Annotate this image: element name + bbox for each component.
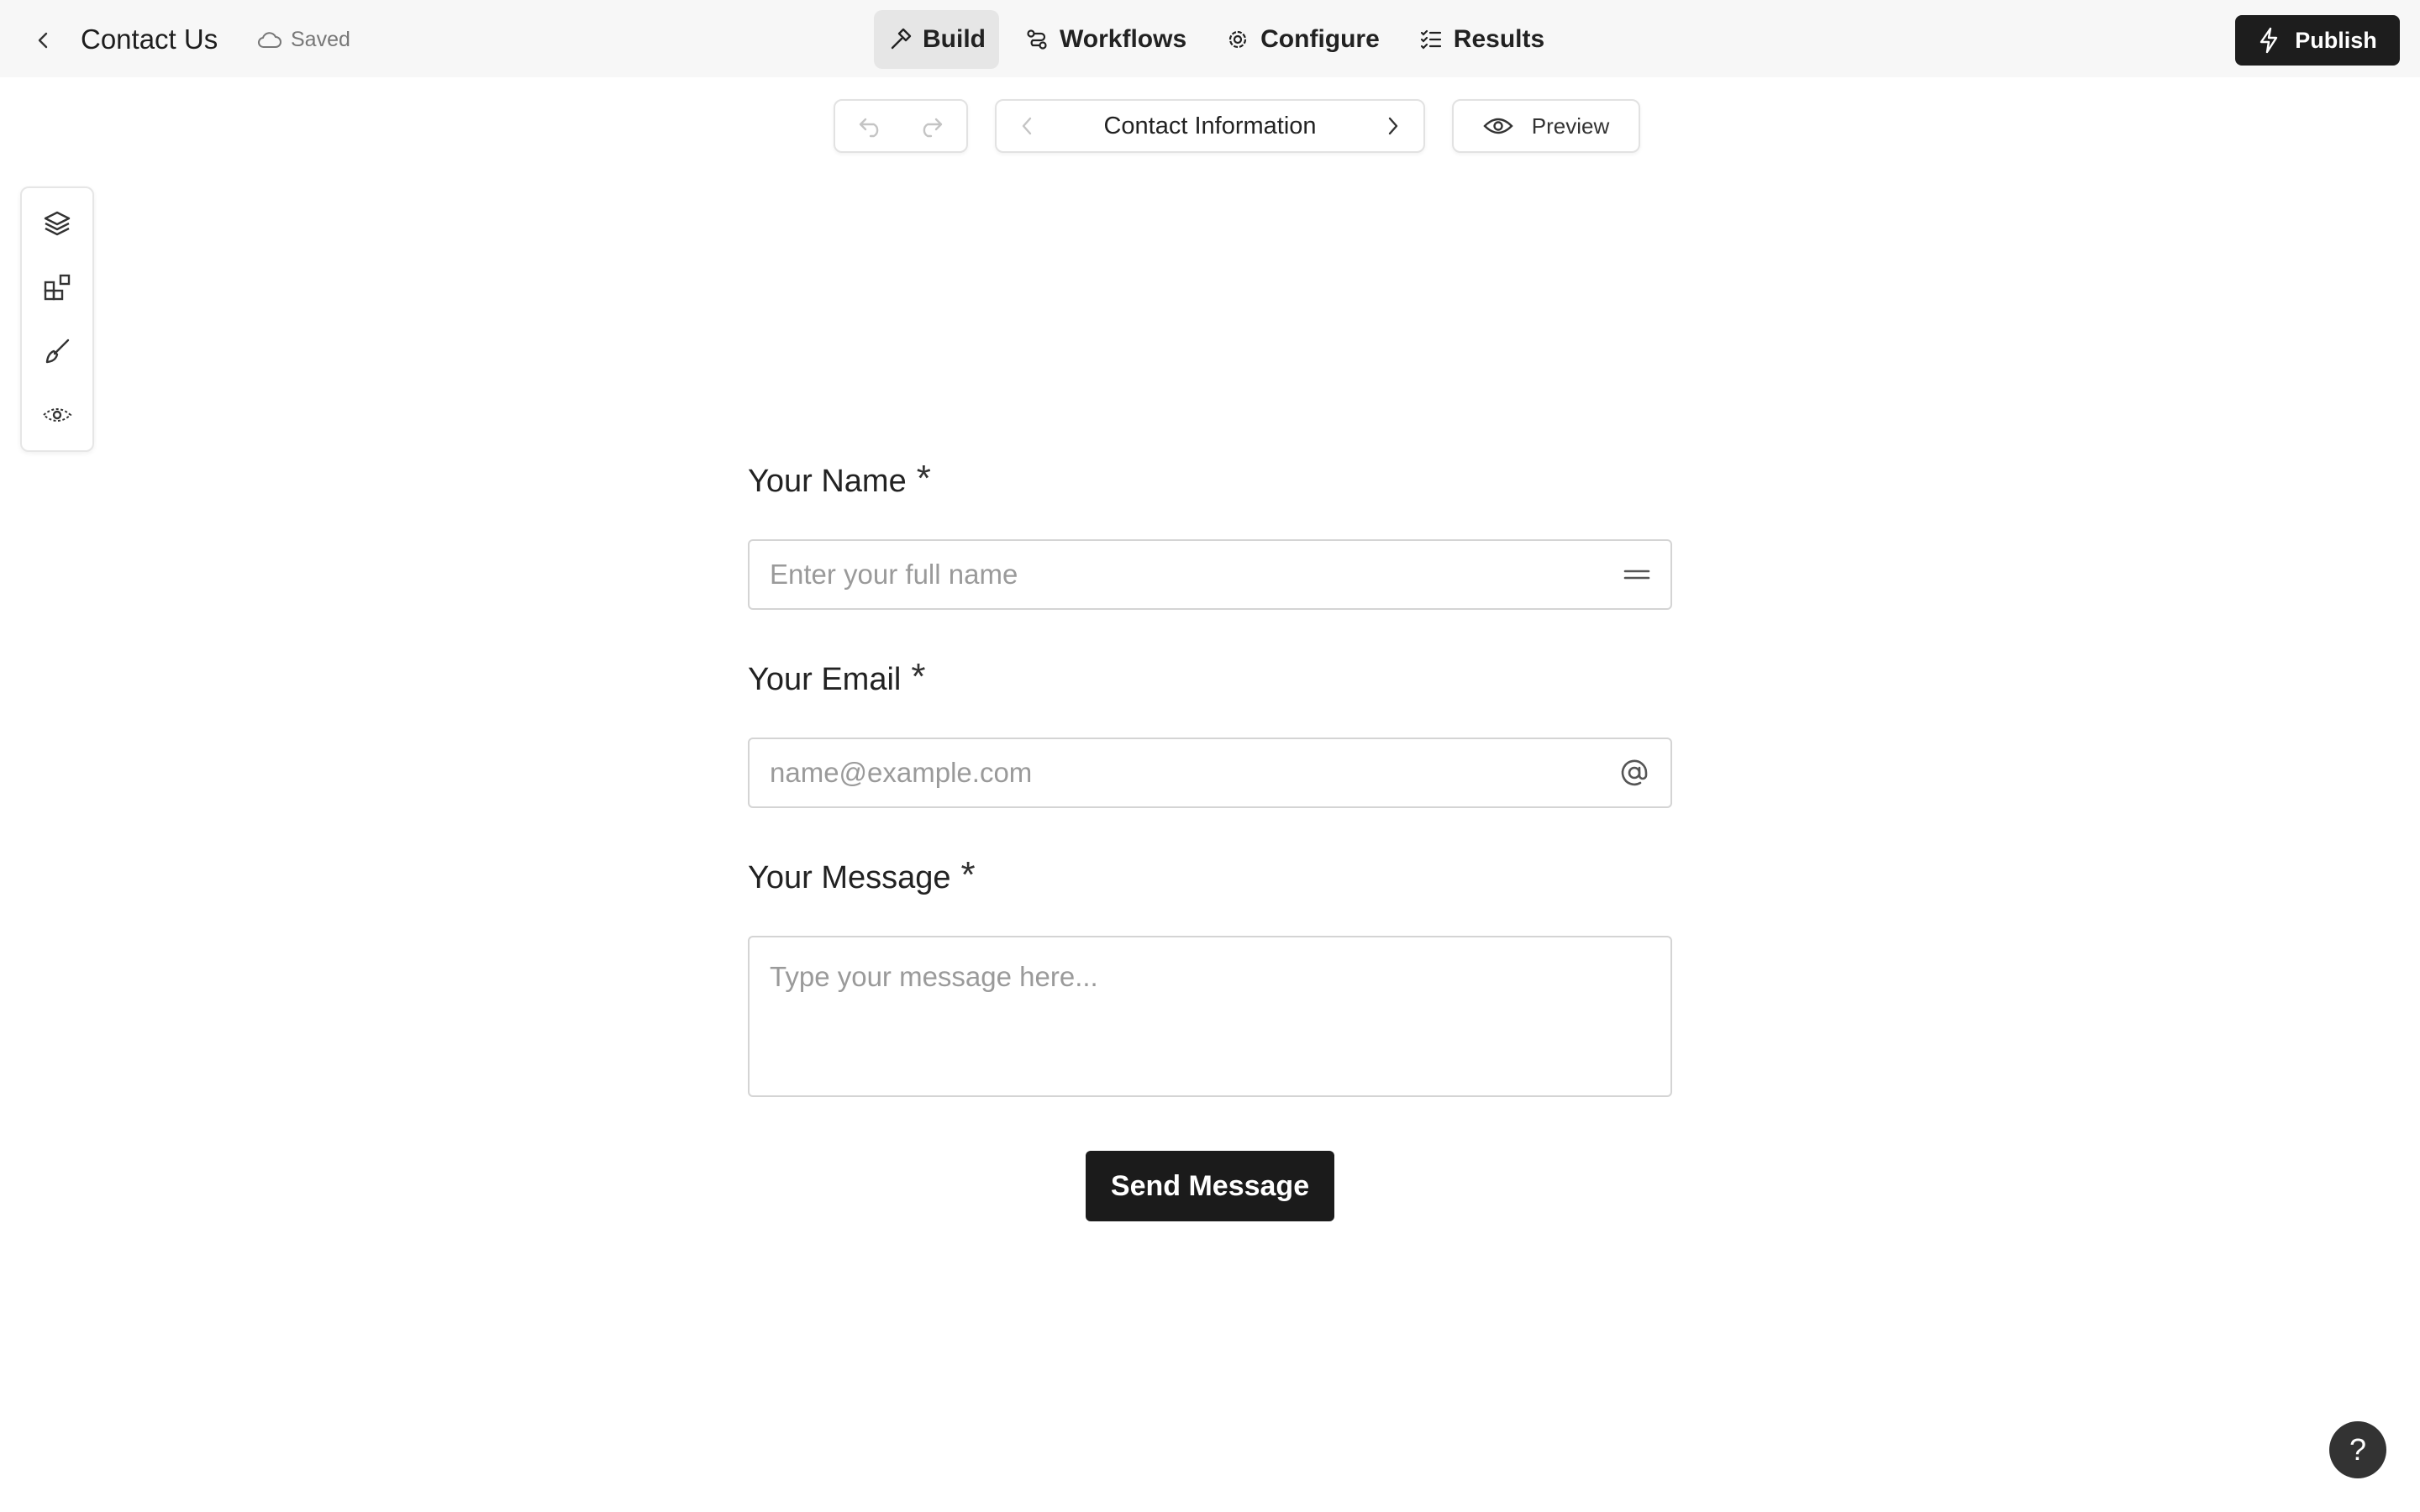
history-controls	[834, 99, 968, 153]
logic-icon	[42, 408, 72, 422]
undo-button[interactable]	[852, 108, 889, 144]
gear-icon	[1229, 30, 1247, 49]
blocks-icon	[44, 274, 71, 301]
page-name[interactable]: Contact Information	[1103, 113, 1316, 140]
tab-build[interactable]: Build	[874, 10, 999, 69]
name-input-placeholder: Enter your full name	[770, 559, 1018, 590]
workflow-icon	[1027, 29, 1047, 50]
preview-label: Preview	[1531, 113, 1610, 139]
top-bar: Contact Us Saved Build Workflows Configu…	[0, 0, 2420, 77]
chevron-right-icon	[1388, 117, 1398, 135]
cloud-icon	[258, 31, 281, 48]
lightning-icon	[2260, 27, 2278, 54]
field-label-name: Your Name *	[748, 458, 931, 500]
chevron-left-icon	[38, 32, 48, 49]
message-textarea[interactable]: Type your message here...	[748, 936, 1672, 1097]
logic-tool[interactable]	[37, 396, 77, 433]
tab-build-label: Build	[923, 25, 986, 53]
previous-page-button[interactable]	[1008, 108, 1045, 144]
equals-icon	[1623, 570, 1650, 580]
style-tool[interactable]	[37, 333, 77, 370]
page-navigator: Contact Information	[995, 99, 1425, 153]
save-status: Saved	[257, 28, 350, 52]
main-nav: Build Workflows Configure Results	[874, 10, 1558, 69]
required-marker: *	[916, 458, 931, 499]
eye-icon	[1483, 118, 1513, 134]
field-label-email: Your Email *	[748, 656, 926, 698]
layers-icon	[44, 211, 71, 236]
tab-results[interactable]: Results	[1405, 10, 1558, 69]
email-input-placeholder: name@example.com	[770, 757, 1033, 788]
checklist-icon	[1420, 29, 1441, 50]
field-label-name-text: Your Name	[748, 464, 907, 499]
field-label-email-text: Your Email	[748, 662, 902, 697]
save-status-label: Saved	[291, 28, 350, 51]
message-textarea-placeholder: Type your message here...	[770, 961, 1098, 992]
next-page-button[interactable]	[1375, 108, 1412, 144]
required-marker: *	[911, 656, 926, 697]
publish-label: Publish	[2295, 27, 2377, 53]
form-title[interactable]: Contact Us	[81, 24, 218, 55]
publish-button[interactable]: Publish	[2235, 15, 2400, 66]
tab-workflows-label: Workflows	[1060, 25, 1187, 53]
blocks-tool[interactable]	[37, 269, 77, 306]
hammer-icon	[891, 28, 912, 50]
help-button[interactable]: ?	[2329, 1421, 2386, 1478]
redo-button[interactable]	[913, 108, 950, 144]
send-message-button[interactable]: Send Message	[1086, 1151, 1334, 1221]
preview-button[interactable]: Preview	[1452, 99, 1640, 153]
field-label-message: Your Message *	[748, 854, 976, 896]
field-label-message-text: Your Message	[748, 860, 951, 895]
tab-results-label: Results	[1453, 25, 1545, 53]
required-marker: *	[960, 854, 976, 895]
tab-configure-label: Configure	[1260, 25, 1380, 53]
chevron-left-icon	[1022, 117, 1032, 135]
layers-tool[interactable]	[37, 205, 77, 242]
back-button[interactable]	[25, 22, 62, 59]
email-input[interactable]: name@example.com	[748, 738, 1672, 808]
undo-icon	[859, 118, 879, 138]
tab-configure[interactable]: Configure	[1212, 10, 1393, 69]
name-input[interactable]: Enter your full name	[748, 539, 1672, 610]
redo-icon	[923, 118, 943, 138]
tab-workflows[interactable]: Workflows	[1011, 10, 1200, 69]
tool-panel	[20, 186, 94, 452]
at-icon	[1621, 759, 1648, 786]
brush-icon	[45, 339, 70, 364]
